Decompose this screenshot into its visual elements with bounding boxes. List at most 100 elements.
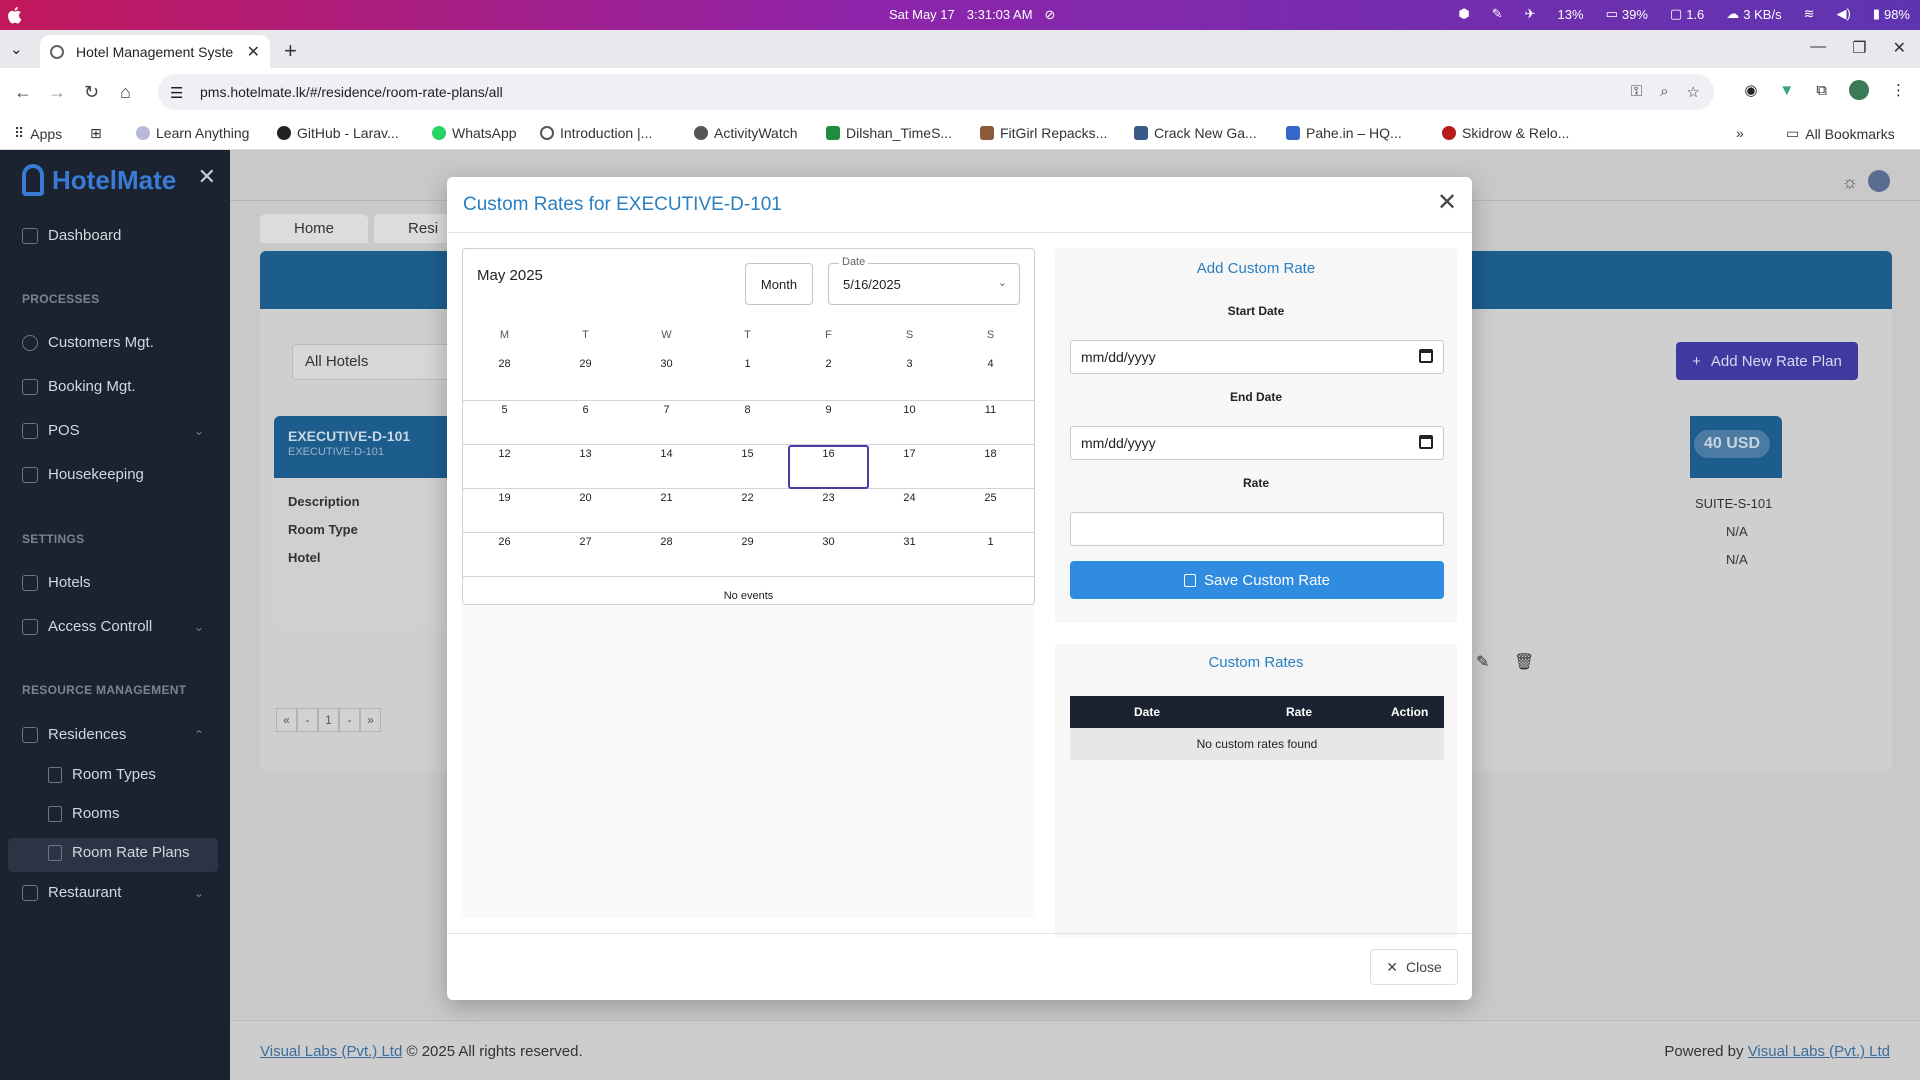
sidebar-item-residences[interactable]: Residences ⌃ bbox=[22, 726, 204, 743]
calendar-day-cell[interactable]: 24 bbox=[869, 489, 950, 533]
pager-next[interactable]: - bbox=[339, 708, 360, 732]
bookmark-github[interactable]: GitHub - Larav... bbox=[277, 125, 399, 141]
bookmarks-more[interactable]: » bbox=[1736, 125, 1744, 141]
pager-page[interactable]: 1 bbox=[318, 708, 339, 732]
company-link[interactable]: Visual Labs (Pvt.) Ltd bbox=[260, 1043, 402, 1060]
new-tab-icon[interactable]: + bbox=[284, 38, 297, 64]
calendar-view-button[interactable]: Month bbox=[745, 263, 813, 305]
calendar-day-cell[interactable]: 31 bbox=[869, 533, 950, 577]
cpu-indicator[interactable]: 13% bbox=[1558, 7, 1584, 22]
shield-icon[interactable]: ⬢ bbox=[1458, 6, 1469, 22]
calendar-day-cell[interactable]: 15 bbox=[707, 445, 788, 489]
sidebar-item-restaurant[interactable]: Restaurant ⌄ bbox=[22, 884, 204, 901]
bookmark-crack[interactable]: Crack New Ga... bbox=[1134, 125, 1257, 141]
bookmark-skidrow[interactable]: Skidrow & Relo... bbox=[1442, 125, 1569, 141]
address-bar[interactable]: ☰ pms.hotelmate.lk/#/residence/room-rate… bbox=[158, 74, 1714, 110]
calendar-day-cell[interactable]: 17 bbox=[869, 445, 950, 489]
rate-input[interactable] bbox=[1070, 512, 1444, 546]
load-indicator[interactable]: ▢ 1.6 bbox=[1670, 6, 1704, 22]
calendar-day-cell[interactable]: 26 bbox=[464, 533, 545, 577]
sidebar-item-access[interactable]: Access Controll ⌄ bbox=[22, 618, 204, 635]
sidebar-item-booking[interactable]: Booking Mgt. bbox=[22, 378, 136, 395]
volume-icon[interactable]: ◀) bbox=[1836, 6, 1850, 22]
calendar-day-cell[interactable]: 28 bbox=[626, 533, 707, 577]
calendar-day-cell[interactable]: 5 bbox=[464, 401, 545, 445]
pager-prev[interactable]: - bbox=[297, 708, 318, 732]
bookmark-pahe[interactable]: Pahe.in – HQ... bbox=[1286, 125, 1402, 141]
picker-icon[interactable]: ✎ bbox=[1492, 6, 1503, 22]
calendar-day-cell[interactable]: 2 bbox=[788, 355, 869, 399]
tab-search-icon[interactable]: ⌄ bbox=[10, 40, 28, 58]
modal-close-icon[interactable]: ✕ bbox=[1432, 187, 1462, 217]
reload-icon[interactable]: ↻ bbox=[84, 82, 99, 103]
sidebar-item-hotels[interactable]: Hotels bbox=[22, 574, 91, 591]
sidebar-item-dashboard[interactable]: Dashboard bbox=[22, 227, 121, 244]
end-date-input[interactable]: mm/dd/yyyy bbox=[1070, 426, 1444, 460]
calendar-day-cell[interactable]: 16 bbox=[788, 445, 869, 489]
sidebar-item-housekeeping[interactable]: Housekeeping bbox=[22, 466, 144, 483]
grid-icon[interactable]: ⊞ bbox=[90, 125, 102, 142]
calendar-day-cell[interactable]: 22 bbox=[707, 489, 788, 533]
app-logo[interactable]: HotelMate bbox=[22, 164, 176, 196]
star-icon[interactable]: ☆ bbox=[1687, 83, 1700, 101]
battery-indicator[interactable]: ▮ 98% bbox=[1873, 6, 1910, 22]
calendar-day-cell[interactable]: 1 bbox=[950, 533, 1031, 577]
home-icon[interactable]: ⌂ bbox=[120, 82, 131, 103]
calendar-day-cell[interactable]: 8 bbox=[707, 401, 788, 445]
calendar-day-cell[interactable]: 1 bbox=[707, 355, 788, 399]
calendar-icon[interactable] bbox=[1419, 349, 1433, 363]
trash-icon[interactable]: 🗑 bbox=[1514, 652, 1534, 672]
calendar-day-cell[interactable]: 3 bbox=[869, 355, 950, 399]
vue-devtools-icon[interactable]: ▼ bbox=[1779, 82, 1794, 99]
profile-avatar-icon[interactable] bbox=[1849, 80, 1869, 100]
network-indicator[interactable]: ☁ 3 KB/s bbox=[1726, 6, 1781, 22]
restore-icon[interactable]: ❐ bbox=[1852, 38, 1866, 58]
calendar-date-picker[interactable]: Date 5/16/2025 ⌄ bbox=[828, 256, 1020, 305]
calendar-day-cell[interactable]: 7 bbox=[626, 401, 707, 445]
calendar-day-cell[interactable]: 23 bbox=[788, 489, 869, 533]
pager-last[interactable]: » bbox=[360, 708, 381, 732]
zoom-icon[interactable]: ⌕ bbox=[1660, 83, 1668, 101]
breadcrumb-home[interactable]: Home bbox=[260, 214, 369, 243]
user-avatar[interactable] bbox=[1868, 170, 1890, 192]
calendar-day-cell[interactable]: 30 bbox=[626, 355, 707, 399]
bookmark-apps[interactable]: ⠿ Apps bbox=[14, 125, 62, 142]
pager-first[interactable]: « bbox=[276, 708, 297, 732]
edit-icon[interactable]: ✎ bbox=[1476, 652, 1489, 672]
browser-tab[interactable]: Hotel Management Syste ✕ bbox=[40, 35, 270, 68]
bookmark-whatsapp[interactable]: WhatsApp bbox=[432, 125, 517, 141]
bookmark-learn-anything[interactable]: Learn Anything bbox=[136, 125, 249, 141]
apple-icon[interactable] bbox=[6, 6, 22, 24]
calendar-day-cell[interactable]: 29 bbox=[545, 355, 626, 399]
sidebar-item-pos[interactable]: POS ⌄ bbox=[22, 422, 204, 439]
minimize-icon[interactable]: — bbox=[1810, 38, 1826, 58]
calendar-day-cell[interactable]: 13 bbox=[545, 445, 626, 489]
browser-menu-icon[interactable]: ⋮ bbox=[1891, 81, 1906, 99]
calendar-day-cell[interactable]: 28 bbox=[464, 355, 545, 399]
clock[interactable]: Sat May 17 3:31:03 AM ⊘ bbox=[889, 7, 1055, 23]
calendar-day-cell[interactable]: 27 bbox=[545, 533, 626, 577]
save-custom-rate-button[interactable]: Save Custom Rate bbox=[1070, 561, 1444, 599]
add-rate-plan-button[interactable]: + Add New Rate Plan bbox=[1676, 342, 1858, 380]
back-icon[interactable]: ← bbox=[14, 82, 32, 103]
sidebar-item-room-rate-plans[interactable]: Room Rate Plans bbox=[48, 844, 190, 861]
calendar-day-cell[interactable]: 9 bbox=[788, 401, 869, 445]
wifi-icon[interactable]: ≋ bbox=[1804, 6, 1815, 22]
sidebar-item-room-types[interactable]: Room Types bbox=[48, 766, 156, 783]
calendar-day-cell[interactable]: 21 bbox=[626, 489, 707, 533]
company-link-2[interactable]: Visual Labs (Pvt.) Ltd bbox=[1748, 1043, 1890, 1060]
calendar-day-cell[interactable]: 10 bbox=[869, 401, 950, 445]
calendar-day-cell[interactable]: 6 bbox=[545, 401, 626, 445]
window-close-icon[interactable]: ✕ bbox=[1893, 38, 1906, 58]
tab-close-icon[interactable]: ✕ bbox=[247, 42, 260, 62]
calendar-day-cell[interactable]: 30 bbox=[788, 533, 869, 577]
sidebar-close-icon[interactable]: ✕ bbox=[198, 164, 216, 190]
forward-icon[interactable]: → bbox=[48, 82, 66, 103]
sidebar-item-customers[interactable]: Customers Mgt. bbox=[22, 334, 154, 351]
sun-icon[interactable]: ☼ bbox=[1842, 172, 1859, 193]
calendar-day-cell[interactable]: 12 bbox=[464, 445, 545, 489]
bookmark-activitywatch[interactable]: ActivityWatch bbox=[694, 125, 798, 141]
sidebar-item-rooms[interactable]: Rooms bbox=[48, 805, 120, 822]
calendar-day-cell[interactable]: 18 bbox=[950, 445, 1031, 489]
bookmark-dilshan[interactable]: Dilshan_TimeS... bbox=[826, 125, 952, 141]
